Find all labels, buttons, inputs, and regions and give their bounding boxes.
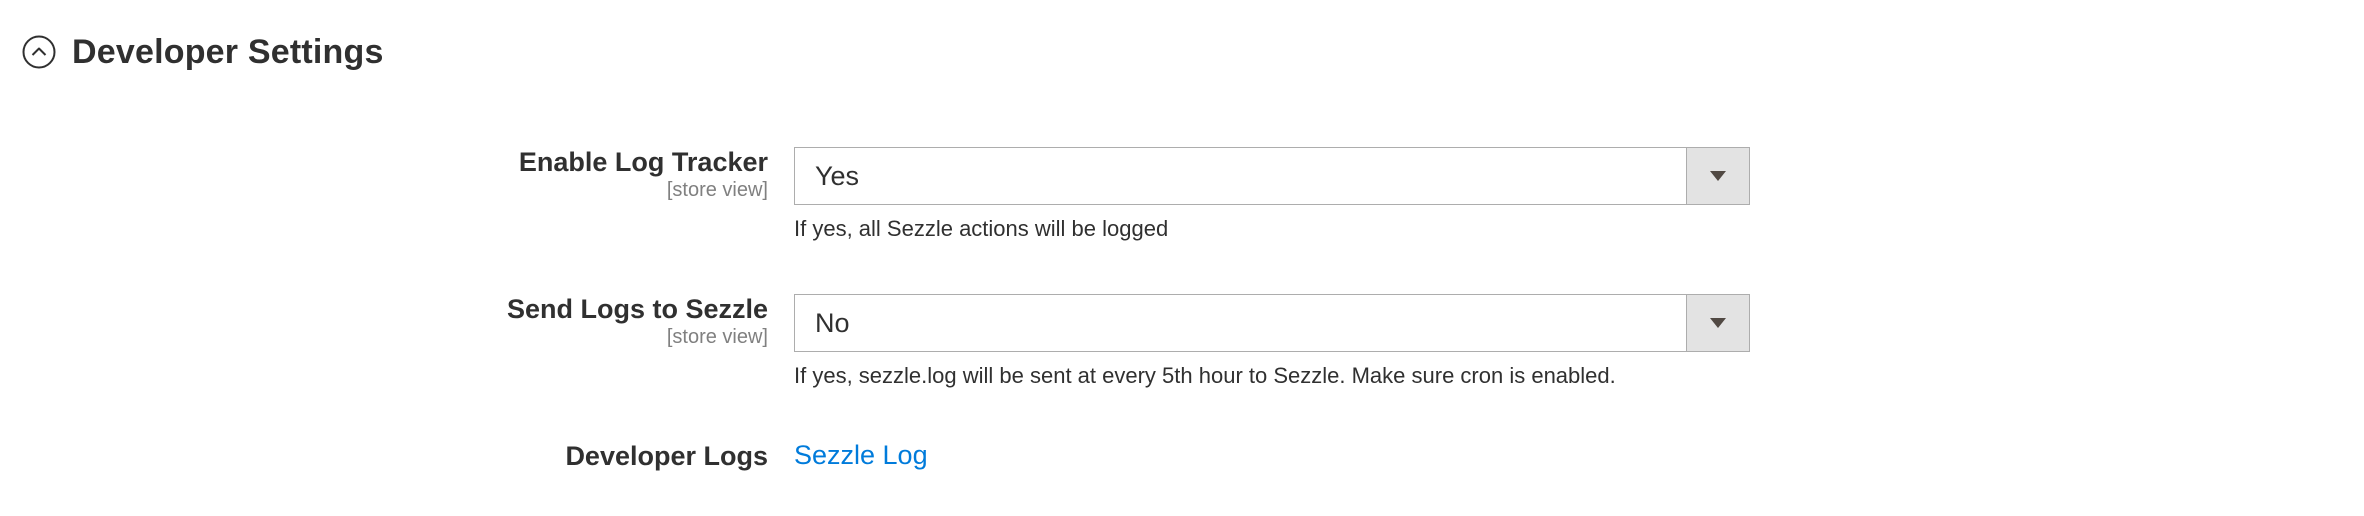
enable-log-tracker-note: If yes, all Sezzle actions will be logge… (794, 216, 1169, 241)
send-logs-select[interactable]: No (794, 294, 1750, 352)
enable-log-tracker-label: Enable Log Tracker (518, 147, 768, 177)
send-logs-note: If yes, sezzle.log will be sent at every… (794, 363, 1616, 388)
developer-logs-label: Developer Logs (565, 441, 768, 471)
dropdown-arrow-icon[interactable] (1686, 295, 1749, 351)
send-logs-label: Send Logs to Sezzle (506, 294, 768, 324)
sezzle-log-link[interactable]: Sezzle Log (794, 440, 928, 471)
enable-log-tracker-scope: [store view] (666, 179, 768, 201)
section-title: Developer Settings (72, 32, 384, 71)
enable-log-tracker-label-group: Enable Log Tracker [store view] (519, 146, 768, 202)
send-logs-scope: [store view] (666, 326, 768, 348)
section-header-developer-settings[interactable]: Developer Settings (22, 24, 384, 80)
developer-logs-label-group: Developer Logs (565, 440, 768, 472)
dropdown-arrow-icon[interactable] (1686, 148, 1749, 204)
send-logs-value: No (815, 308, 850, 338)
enable-log-tracker-select[interactable]: Yes (794, 147, 1750, 205)
chevron-up-circle-icon[interactable] (22, 35, 56, 69)
enable-log-tracker-value: Yes (815, 161, 860, 191)
send-logs-label-group: Send Logs to Sezzle [store view] (507, 293, 768, 349)
